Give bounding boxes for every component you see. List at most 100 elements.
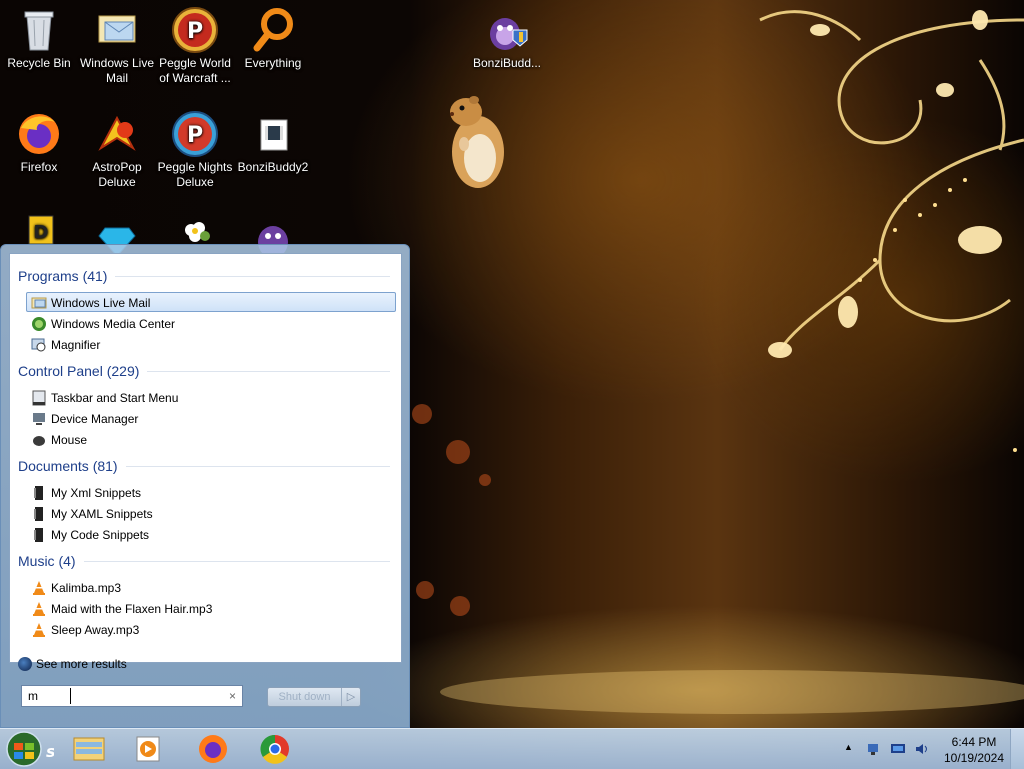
recycle-bin-icon (15, 6, 63, 54)
peggle-icon: P (171, 6, 219, 54)
result-label: My Code Snippets (51, 528, 150, 542)
mouse-icon (33, 436, 45, 446)
result-my-xaml-snippets[interactable]: My XAML Snippets (26, 503, 396, 523)
divider (83, 560, 390, 562)
document-icon (34, 528, 43, 542)
vlc-icon (33, 623, 45, 637)
result-label: My XAML Snippets (51, 507, 153, 521)
see-more-label: See more results (36, 657, 127, 671)
mail-icon (31, 297, 47, 309)
search-value: m (28, 689, 38, 703)
divider (115, 275, 390, 277)
result-kalimba[interactable]: Kalimba.mp3 (26, 577, 396, 597)
hamster-desktop-pet[interactable] (444, 92, 510, 192)
mail-icon (93, 6, 141, 54)
desktop-icon-label: Everything (244, 56, 302, 70)
desktop-icon-peggle-nights[interactable]: P Peggle Nights Deluxe (156, 110, 234, 190)
divider (147, 370, 390, 372)
network-tray-icon[interactable] (866, 741, 882, 757)
result-label: Kalimba.mp3 (51, 581, 122, 595)
result-windows-media-center[interactable]: Windows Media Center (26, 313, 396, 333)
vlc-icon (33, 581, 45, 595)
clock-time: 6:44 PM (951, 735, 997, 749)
result-label: Windows Live Mail (51, 296, 151, 310)
desktop-icon-bonzibuddy2[interactable]: BonziBuddy2 (234, 110, 312, 175)
desktop-icon-recycle-bin[interactable]: Recycle Bin (0, 6, 78, 71)
desktop-icon-firefox[interactable]: Firefox (0, 110, 78, 175)
desktop-icon-windows-live-mail[interactable]: Windows Live Mail (78, 6, 156, 86)
magnifying-glass-icon (249, 6, 297, 54)
result-label: Maid with the Flaxen Hair.mp3 (51, 602, 213, 616)
start-menu: Programs (41) Windows Live Mail Windows … (0, 244, 410, 728)
display-tray-icon[interactable] (890, 741, 906, 757)
video-file-icon (249, 110, 297, 158)
result-magnifier[interactable]: Magnifier (26, 334, 396, 354)
desktop-icon-label: BonziBudd... (472, 56, 542, 70)
show-desktop-button[interactable] (1010, 729, 1024, 769)
result-taskbar-start-menu[interactable]: Taskbar and Start Menu (26, 387, 396, 407)
shut-down-options-arrow[interactable]: ▷ (341, 688, 360, 706)
desktop-icon-label: Peggle Nights Deluxe (157, 160, 233, 189)
peggle-nights-icon: P (171, 110, 219, 158)
group-header-control-panel[interactable]: Control Panel (229) (18, 361, 390, 381)
group-header-programs[interactable]: Programs (41) (18, 266, 390, 286)
shut-down-button[interactable]: Shut down ▷ (267, 687, 361, 707)
desktop-icon-label: Peggle World of Warcraft ... (159, 56, 231, 85)
taskbar-explorer-button[interactable] (62, 732, 116, 766)
desktop-icon-label: BonziBuddy2 (237, 160, 309, 174)
result-label: Taskbar and Start Menu (51, 391, 179, 405)
result-maid-flaxen-hair[interactable]: Maid with the Flaxen Hair.mp3 (26, 598, 396, 618)
media-center-icon (32, 317, 46, 331)
result-sleep-away[interactable]: Sleep Away.mp3 (26, 619, 396, 639)
taskbar-chrome-button[interactable] (248, 732, 302, 766)
svg-text:P: P (187, 19, 203, 44)
start-label: start (46, 742, 54, 761)
document-icon (34, 507, 43, 521)
svg-text:P: P (187, 123, 203, 148)
divider (125, 465, 390, 467)
desktop-icon-label: AstroPop Deluxe (92, 160, 142, 189)
astropop-icon (93, 110, 141, 158)
group-header-documents[interactable]: Documents (81) (18, 456, 390, 476)
desktop-icon-label: Firefox (20, 160, 58, 174)
group-title: Documents (81) (18, 458, 118, 474)
group-header-music[interactable]: Music (4) (18, 551, 390, 571)
desktop-icon-peggle-wow[interactable]: P Peggle World of Warcraft ... (156, 6, 234, 86)
group-title: Programs (41) (18, 268, 108, 284)
start-search-input[interactable]: m × (21, 685, 243, 707)
clear-search-icon[interactable]: × (229, 686, 236, 706)
see-more-results-link[interactable]: See more results (18, 654, 127, 674)
group-title: Music (4) (18, 553, 76, 569)
result-label: Device Manager (51, 412, 139, 426)
desktop-icon-astropop[interactable]: AstroPop Deluxe (78, 110, 156, 190)
vlc-icon (33, 602, 45, 616)
desktop-icon-label: Recycle Bin (7, 56, 71, 70)
search-globe-icon (18, 657, 32, 671)
text-cursor (70, 688, 71, 704)
clock-date: 10/19/2024 (943, 751, 1005, 765)
document-icon (34, 486, 43, 500)
show-hidden-icons-arrow[interactable]: ▲ (844, 742, 853, 752)
desktop-icon-everything[interactable]: Everything (234, 6, 312, 71)
desktop-icon-bonzibuddy[interactable]: BonziBudd... (468, 6, 546, 71)
taskbar-firefox-button[interactable] (186, 732, 240, 766)
taskbar: start ▲ 6:44 PM 10/19/2024 (0, 728, 1024, 769)
result-windows-live-mail[interactable]: Windows Live Mail (26, 292, 396, 312)
taskbar-clock[interactable]: 6:44 PM 10/19/2024 (940, 734, 1008, 766)
result-device-manager[interactable]: Device Manager (26, 408, 396, 428)
result-mouse[interactable]: Mouse (26, 429, 396, 449)
start-button[interactable]: start (2, 730, 54, 768)
magnifier-icon (31, 338, 46, 352)
taskbar-media-player-button[interactable] (122, 732, 176, 766)
result-label: Mouse (51, 433, 88, 447)
volume-tray-icon[interactable] (914, 741, 930, 757)
result-label: Windows Media Center (51, 317, 176, 331)
result-label: Sleep Away.mp3 (51, 623, 140, 637)
result-my-xml-snippets[interactable]: My Xml Snippets (26, 482, 396, 502)
search-results-panel: Programs (41) Windows Live Mail Windows … (9, 253, 402, 671)
shut-down-label: Shut down (278, 691, 331, 703)
group-title: Control Panel (229) (18, 363, 140, 379)
result-my-code-snippets[interactable]: My Code Snippets (26, 524, 396, 544)
firefox-icon (15, 110, 63, 158)
taskbar-icon (32, 390, 46, 406)
